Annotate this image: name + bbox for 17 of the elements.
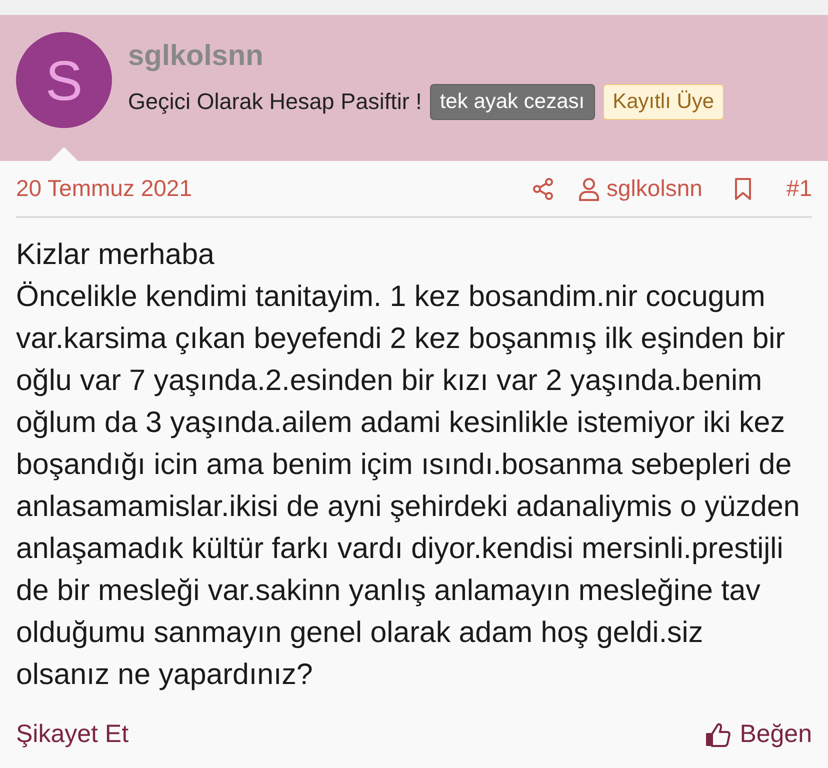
post-date[interactable]: 20 Temmuz 2021 — [16, 175, 192, 202]
post-number-link[interactable]: #1 — [786, 175, 812, 202]
user-icon — [578, 176, 599, 200]
share-icon[interactable] — [530, 176, 555, 200]
user-badge: tek ayak cezası — [430, 84, 595, 120]
like-button[interactable]: Beğen — [704, 720, 812, 749]
post-text: Kizlar merhaba — [16, 237, 216, 273]
report-link[interactable]: Şikayet Et — [16, 720, 129, 749]
avatar[interactable]: S — [16, 32, 112, 128]
user-status: Geçici Olarak Hesap Pasiftir ! — [128, 89, 422, 115]
user-badge: Kayıtlı Üye — [602, 84, 724, 120]
pointer-notch-icon — [50, 147, 78, 161]
thumbs-up-icon — [704, 722, 731, 748]
author-link[interactable]: sglkolsnn — [578, 175, 702, 202]
bookmark-icon[interactable] — [734, 176, 752, 200]
username[interactable]: sglkolsnn — [128, 39, 264, 73]
post-text: Öncelikle kendimi tanitayim. 1 kez bosandim.nir cocugum var.karsima çıkan beyefendi 2 kez boşanmış ilk eşinden bir oğlu var 7 yaşında.2.esinden bir kızı var 2 yaşında.benim oğlum da 3 yaşında.ailem adami kesinlikle istemiyor iki kez boşandığı icin ama benim içim ısındı.bosanma sebepleri de anlasamamislar.ikisi de ayni şehirdeki adanaliymis o yüzden anlaşamadık kültür farkı vardı diyor.kendisi mersinli.prestijli de bir mesleği var.sakinn yanlış anlamayın mesleğine tav olduğumu sanmayın genel olarak adam hoş geldi.siz olsanız ne yapardınız? — [16, 279, 801, 693]
